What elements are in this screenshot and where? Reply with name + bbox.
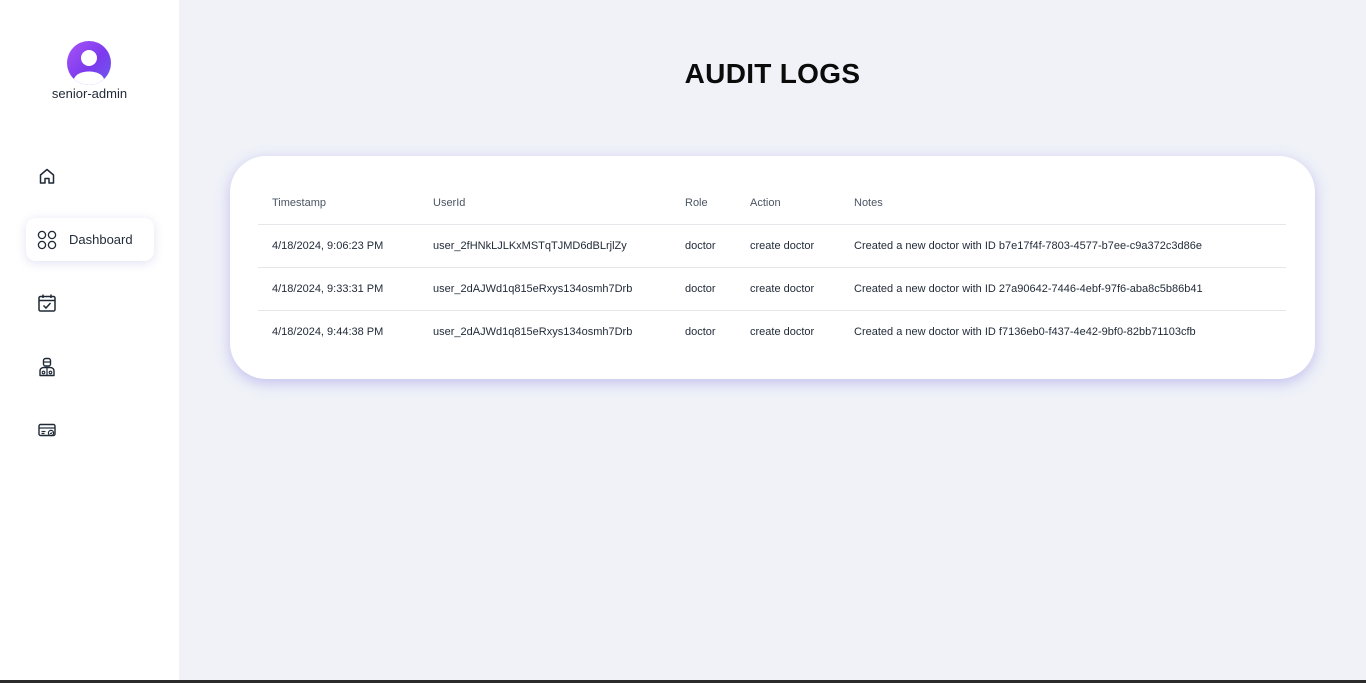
calendar-check-icon [38,294,56,312]
cell-notes: Created a new doctor with ID f7136eb0-f4… [854,325,1196,338]
sidebar-item-dashboard[interactable]: Dashboard [26,218,154,261]
cell-timestamp: 4/18/2024, 9:44:38 PM [272,325,384,338]
cell-role: doctor [671,224,736,268]
table-row[interactable]: 4/18/2024, 9:06:23 PM user_2fHNkLJLKxMST… [258,224,1286,268]
column-header-action[interactable]: Action [736,183,840,225]
cell-action: create doctor [736,224,840,268]
cell-action: create doctor [736,267,840,311]
sidebar-item-billing[interactable] [37,420,57,440]
column-header-userid[interactable]: UserId [419,183,671,225]
cell-role: doctor [671,267,736,311]
cell-role: doctor [685,325,716,338]
table-header-row: Timestamp UserId Role Action Notes [258,183,1286,225]
cell-userid: user_2fHNkLJLKxMSTqTJMD6dBLrjlZy [419,224,671,268]
cell-notes: Created a new doctor with ID b7e17f4f-78… [840,224,1286,268]
column-header-timestamp[interactable]: Timestamp [258,183,419,225]
column-header-role[interactable]: Role [671,183,736,225]
user-avatar-icon [74,50,104,85]
app-root: senior-admin Dashboard AUDIT LOGS Timest… [0,0,1366,683]
sidebar: senior-admin Dashboard [0,0,179,683]
cell-notes: Created a new doctor with ID 27a90642-74… [840,267,1286,311]
billing-card-icon [38,423,56,437]
table-row[interactable]: 4/18/2024, 9:33:31 PM user_2dAJWd1q815eR… [258,267,1286,311]
cell-action: create doctor [750,325,815,338]
column-header-notes[interactable]: Notes [840,183,1286,225]
dashboard-grid-icon [37,230,57,249]
cell-userid: user_2dAJWd1q815eRxys134osmh7Drb [419,267,671,311]
doctor-icon [39,357,55,377]
sidebar-item-home[interactable] [37,166,57,186]
cell-timestamp: 4/18/2024, 9:06:23 PM [258,224,419,268]
user-avatar[interactable] [67,41,111,85]
audit-log-table: Timestamp UserId Role Action Notes 4/18/… [258,183,1286,353]
cell-userid: user_2dAJWd1q815eRxys134osmh7Drb [433,325,633,338]
sidebar-item-doctors[interactable] [37,357,57,377]
page-title: AUDIT LOGS [684,58,861,89]
sidebar-item-label: Dashboard [69,232,133,247]
home-icon [39,168,55,184]
sidebar-item-appointments[interactable] [37,293,57,313]
audit-log-card: Timestamp UserId Role Action Notes 4/18/… [230,156,1315,379]
username: senior-admin [51,86,128,101]
table-row[interactable]: 4/18/2024, 9:44:38 PM user_2dAJWd1q815eR… [258,310,1286,353]
cell-timestamp: 4/18/2024, 9:33:31 PM [258,267,419,311]
